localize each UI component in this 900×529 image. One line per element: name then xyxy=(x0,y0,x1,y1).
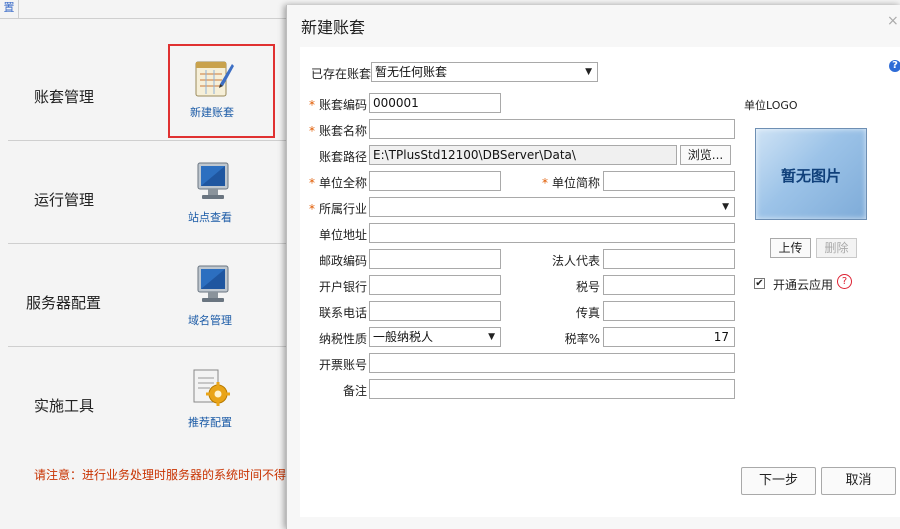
account-path-label: 账套路径 xyxy=(318,150,367,164)
existing-account-label: 已存在账套 xyxy=(311,67,372,81)
dropdown-arrow-icon: ▼ xyxy=(585,67,592,77)
question-icon[interactable]: ? xyxy=(837,274,852,289)
company-full-name-label: * 单位全称 xyxy=(305,174,367,191)
help-icon[interactable]: ? xyxy=(889,60,900,72)
postcode-label: 邮政编码 xyxy=(318,254,367,268)
fax-input[interactable] xyxy=(603,301,735,321)
account-code-input[interactable]: 000001 xyxy=(369,93,501,113)
browse-button[interactable]: 浏览... xyxy=(680,145,731,165)
invoice-account-input[interactable] xyxy=(369,353,735,373)
account-code-label: * 账套编码 xyxy=(305,96,367,113)
highlight-frame xyxy=(168,44,275,138)
dialog-title: 新建账套 xyxy=(301,18,366,37)
existing-account-value: 暂无任何账套 xyxy=(375,65,448,79)
postcode-input[interactable] xyxy=(369,249,501,269)
label-text: 单位简称 xyxy=(551,176,600,190)
required-mark: * xyxy=(308,202,315,216)
address-input[interactable] xyxy=(369,223,735,243)
industry-label: * 所属行业 xyxy=(305,200,367,217)
section-title: 账套管理 xyxy=(34,88,95,106)
delete-logo-button[interactable]: 删除 xyxy=(816,238,857,258)
tool-label: 域名管理 xyxy=(188,314,232,327)
cloud-app-checkbox[interactable]: ✔ xyxy=(754,278,765,289)
remark-input[interactable] xyxy=(369,379,735,399)
section-title: 实施工具 xyxy=(34,397,95,415)
phone-input[interactable] xyxy=(369,301,501,321)
tax-type-select[interactable]: 一般纳税人 ▼ xyxy=(369,327,501,347)
required-mark: * xyxy=(308,98,315,112)
required-mark: * xyxy=(308,124,315,138)
next-step-button[interactable]: 下一步 xyxy=(741,467,816,495)
tax-type-label: 纳税性质 xyxy=(318,332,367,346)
company-short-name-label: * 单位简称 xyxy=(528,174,600,191)
label-text: 账套名称 xyxy=(318,124,367,138)
invoice-account-label: 开票账号 xyxy=(318,358,367,372)
label-text: 所属行业 xyxy=(318,202,367,216)
label-text: 账套编码 xyxy=(318,98,367,112)
monitor-icon xyxy=(188,264,232,308)
document-gear-icon xyxy=(188,366,232,410)
section-run-management: 运行管理 xyxy=(8,141,290,244)
new-account-dialog: 新建账套 × ? 已存在账套 暂无任何账套 ▼ * 账套编码 000001 * 账套… xyxy=(286,5,900,529)
account-name-label: * 账套名称 xyxy=(305,122,367,139)
cancel-button[interactable]: 取消 xyxy=(821,467,896,495)
tax-rate-label: 税率% xyxy=(564,332,600,346)
account-name-input[interactable] xyxy=(369,119,735,139)
section-implementation-tools: 实施工具 xyxy=(8,347,290,449)
close-icon[interactable]: × xyxy=(887,13,900,29)
tool-label: 推荐配置 xyxy=(188,416,232,429)
recommended-config-tool[interactable]: 推荐配置 xyxy=(175,366,245,430)
dropdown-arrow-icon: ▼ xyxy=(488,332,495,342)
tax-rate-input[interactable]: 17 xyxy=(603,327,735,347)
top-tab[interactable]: 置 xyxy=(0,0,19,18)
tool-label: 站点查看 xyxy=(188,211,232,224)
warning-note: 请注意：进行业务处理时服务器的系统时间不得修改 xyxy=(34,468,311,482)
legal-rep-label: 法人代表 xyxy=(551,254,600,268)
company-short-name-input[interactable] xyxy=(603,171,735,191)
bank-input[interactable] xyxy=(369,275,501,295)
address-label: 单位地址 xyxy=(318,228,367,242)
dropdown-arrow-icon: ▼ xyxy=(722,202,729,212)
fax-label: 传真 xyxy=(575,306,600,320)
no-image-text: 暂无图片 xyxy=(780,167,841,185)
industry-select[interactable]: ▼ xyxy=(369,197,735,217)
site-view-tool[interactable]: 站点查看 xyxy=(175,161,245,225)
required-mark: * xyxy=(541,176,548,190)
tax-type-value: 一般纳税人 xyxy=(373,330,434,344)
domain-management-tool[interactable]: 域名管理 xyxy=(175,264,245,328)
logo-placeholder[interactable]: 暂无图片 xyxy=(755,128,867,220)
tax-no-input[interactable] xyxy=(603,275,735,295)
upload-button[interactable]: 上传 xyxy=(770,238,811,258)
account-path-input[interactable]: E:\TPlusStd12100\DBServer\Data\ xyxy=(369,145,677,165)
legal-rep-input[interactable] xyxy=(603,249,735,269)
bank-label: 开户银行 xyxy=(318,280,367,294)
tax-no-label: 税号 xyxy=(575,280,600,294)
cloud-app-label: 开通云应用 xyxy=(773,278,834,292)
section-title: 服务器配置 xyxy=(26,294,102,312)
label-text: 单位全称 xyxy=(318,176,367,190)
section-server-config: 服务器配置 xyxy=(8,244,290,347)
required-mark: * xyxy=(308,176,315,190)
section-title: 运行管理 xyxy=(34,191,95,209)
dialog-body: ? 已存在账套 暂无任何账套 ▼ * 账套编码 000001 * 账套名称 账套路径… xyxy=(300,47,900,517)
top-tab-bar: 置 xyxy=(0,0,290,19)
remark-label: 备注 xyxy=(342,384,367,398)
company-full-name-input[interactable] xyxy=(369,171,501,191)
phone-label: 联系电话 xyxy=(318,306,367,320)
existing-account-select[interactable]: 暂无任何账套 ▼ xyxy=(371,62,598,82)
logo-label: 单位LOGO xyxy=(744,99,798,112)
monitor-icon xyxy=(188,161,232,205)
